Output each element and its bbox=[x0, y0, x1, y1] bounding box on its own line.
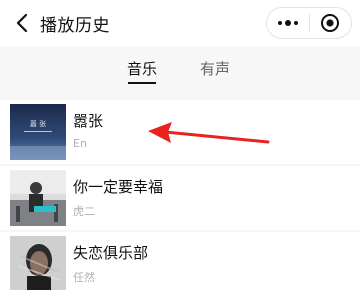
song-title: 你一定要幸福 bbox=[73, 178, 164, 196]
close-button[interactable] bbox=[309, 8, 351, 38]
song-artist: 虎二 bbox=[73, 205, 95, 218]
song-title: 嚣张 bbox=[73, 112, 104, 130]
song-artist: 任然 bbox=[73, 271, 95, 284]
target-circle-icon bbox=[321, 14, 340, 32]
chevron-left-icon bbox=[16, 13, 28, 33]
song-artist: En bbox=[73, 137, 87, 150]
more-dots-icon bbox=[277, 20, 298, 26]
album-cover bbox=[10, 170, 66, 226]
top-bar: 播放历史 bbox=[0, 0, 360, 46]
tab-bar: 音乐 有声 bbox=[0, 46, 360, 92]
album-cover: 嚣 张 bbox=[10, 104, 66, 160]
active-tab-indicator bbox=[128, 82, 156, 84]
cover-text: 嚣 张 bbox=[30, 119, 46, 128]
back-button[interactable] bbox=[10, 10, 34, 36]
list-item[interactable]: 失恋俱乐部 任然 bbox=[0, 232, 360, 290]
list-item[interactable]: 你一定要幸福 虎二 bbox=[0, 166, 360, 230]
list-item[interactable]: 嚣 张 嚣张 En bbox=[0, 100, 360, 164]
album-cover bbox=[10, 236, 66, 290]
tab-audio[interactable]: 有声 bbox=[200, 58, 230, 79]
tab-music[interactable]: 音乐 bbox=[127, 58, 157, 79]
song-title: 失恋俱乐部 bbox=[73, 244, 149, 262]
page-title: 播放历史 bbox=[40, 16, 110, 36]
mini-program-capsule bbox=[266, 7, 352, 39]
more-button[interactable] bbox=[267, 8, 309, 38]
